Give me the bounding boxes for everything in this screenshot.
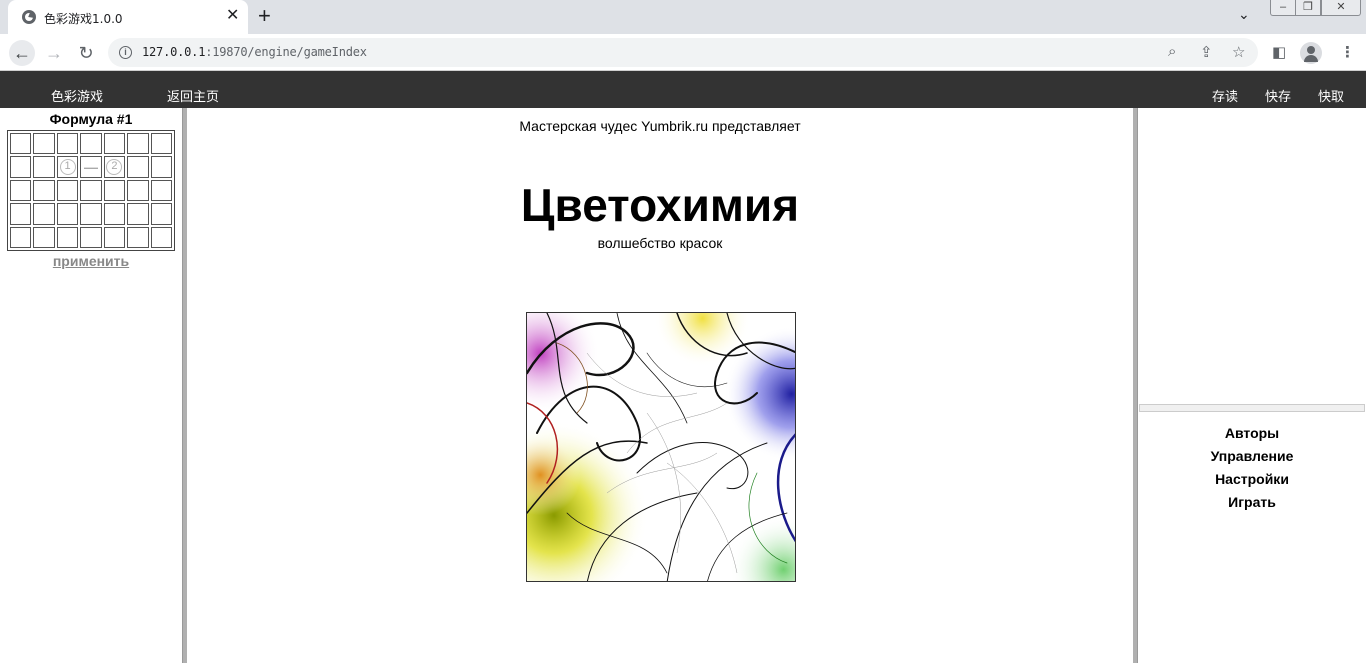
menu-kebab-icon[interactable]: ⋮ <box>1340 43 1355 61</box>
game-subtitle: волшебство красок <box>597 235 723 251</box>
zoom-icon[interactable]: ⌕ <box>1168 43 1176 60</box>
apply-link[interactable]: применить <box>0 253 182 269</box>
side-panel-icon[interactable]: ◧ <box>1272 43 1286 61</box>
window-close-button[interactable]: ✕ <box>1321 0 1361 16</box>
formula-cell[interactable] <box>80 179 102 202</box>
formula-title: Формула #1 <box>49 111 133 127</box>
url-text[interactable]: 127.0.0.1:19870/engine/gameIndex <box>142 45 367 59</box>
formula-cell[interactable]: 1 <box>56 156 79 178</box>
back-arrow-icon[interactable]: ← <box>9 40 35 66</box>
formula-cell[interactable]: 2 <box>103 156 126 178</box>
app-menubar: 色彩游戏 返回主页 存读 快存 快取 <box>0 71 1366 108</box>
main-content: Мастерская чудес Yumbrik.ru представляет… <box>187 108 1133 663</box>
formula-cell[interactable]: — <box>80 156 102 178</box>
formula-cell[interactable] <box>10 226 32 248</box>
menu-back-main[interactable]: 返回主页 <box>167 86 219 105</box>
formula-cell[interactable] <box>127 179 149 202</box>
formula-cell[interactable] <box>127 156 149 178</box>
formula-cell[interactable] <box>33 179 55 202</box>
address-bar[interactable]: i 127.0.0.1:19870/engine/gameIndex ⌕ ⇪ ☆ <box>108 38 1258 67</box>
menu-settings[interactable]: Настройки <box>1138 470 1366 493</box>
right-panel-separator[interactable] <box>1139 404 1365 412</box>
formula-cell[interactable] <box>103 133 126 155</box>
formula-cell[interactable] <box>127 203 149 225</box>
flower-artwork-svg <box>527 313 795 581</box>
formula-cell[interactable] <box>56 179 79 202</box>
share-icon[interactable]: ⇪ <box>1200 43 1213 61</box>
window-minimize-button[interactable]: – <box>1270 0 1296 16</box>
menu-quick-load[interactable]: 快取 <box>1318 86 1344 105</box>
formula-cell[interactable] <box>103 203 126 225</box>
formula-cell[interactable] <box>33 226 55 248</box>
presents-text: Мастерская чудес Yumbrik.ru представляет <box>519 118 801 134</box>
right-panel: Авторы Управление Настройки Играть <box>1138 108 1366 663</box>
formula-cell[interactable] <box>103 179 126 202</box>
menu-quick-save[interactable]: 快存 <box>1265 86 1291 105</box>
formula-panel: Формула #1 1 — 2 применить <box>0 108 182 663</box>
formula-cell[interactable] <box>33 156 55 178</box>
menu-controls[interactable]: Управление <box>1138 447 1366 470</box>
menu-game-home[interactable]: 色彩游戏 <box>51 86 103 105</box>
menu-play[interactable]: Играть <box>1138 493 1366 516</box>
globe-icon <box>22 10 36 24</box>
formula-cell[interactable] <box>150 156 172 178</box>
profile-avatar-icon[interactable] <box>1300 42 1322 64</box>
reload-icon[interactable]: ↻ <box>73 40 99 66</box>
formula-cell[interactable] <box>10 179 32 202</box>
formula-color-token: 2 <box>106 159 123 176</box>
formula-cell[interactable] <box>33 133 55 155</box>
formula-cell[interactable] <box>127 133 149 155</box>
formula-cell[interactable] <box>150 179 172 202</box>
tab-search-chevron-icon[interactable]: ⌄ <box>1238 6 1250 23</box>
browser-tab-strip: 色彩游戏1.0.0 ✕ + ⌄ – ❐ ✕ <box>0 0 1366 34</box>
formula-cell[interactable] <box>127 226 149 248</box>
formula-cell[interactable] <box>80 226 102 248</box>
formula-color-token: 1 <box>59 159 76 176</box>
browser-toolbar: ← → ↻ i 127.0.0.1:19870/engine/gameIndex… <box>0 34 1366 71</box>
formula-grid: 1 — 2 <box>7 130 175 251</box>
menu-authors[interactable]: Авторы <box>1138 424 1366 447</box>
right-menu: Авторы Управление Настройки Играть <box>1138 424 1366 516</box>
formula-cell[interactable] <box>80 203 102 225</box>
formula-cell[interactable] <box>10 133 32 155</box>
tab-close-icon[interactable]: ✕ <box>226 7 239 25</box>
formula-cell[interactable] <box>80 133 102 155</box>
formula-cell[interactable] <box>150 133 172 155</box>
formula-operator: — <box>83 159 98 176</box>
formula-cell[interactable] <box>10 156 32 178</box>
bookmark-star-icon[interactable]: ☆ <box>1232 43 1245 61</box>
menu-save-load[interactable]: 存读 <box>1212 86 1238 105</box>
formula-cell[interactable] <box>56 203 79 225</box>
new-tab-icon[interactable]: + <box>258 4 271 28</box>
formula-cell[interactable] <box>103 226 126 248</box>
forward-arrow-icon[interactable]: → <box>41 40 67 66</box>
formula-cell[interactable] <box>56 133 79 155</box>
formula-cell[interactable] <box>56 226 79 248</box>
formula-cell[interactable] <box>10 203 32 225</box>
formula-cell[interactable] <box>33 203 55 225</box>
formula-cell[interactable] <box>150 203 172 225</box>
window-restore-button[interactable]: ❐ <box>1295 0 1321 16</box>
flower-artwork-image <box>526 312 796 582</box>
tab-title: 色彩游戏1.0.0 <box>44 12 123 26</box>
game-title: Цветохимия <box>520 179 800 231</box>
formula-cell[interactable] <box>150 226 172 248</box>
browser-tab[interactable]: 色彩游戏1.0.0 ✕ <box>8 0 248 34</box>
site-info-icon[interactable]: i <box>119 46 132 59</box>
